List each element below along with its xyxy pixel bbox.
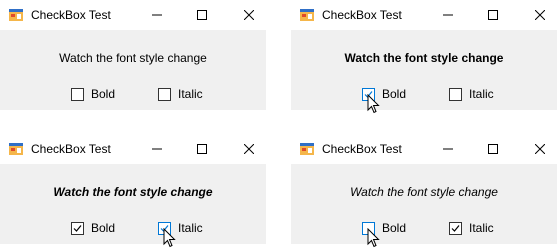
italic-checkbox-label[interactable]: Italic: [178, 221, 203, 235]
bold-checkbox-label[interactable]: Bold: [91, 87, 115, 101]
maximize-icon: [488, 144, 498, 154]
title-bar[interactable]: CheckBox Test: [291, 0, 557, 30]
app-icon: [300, 143, 314, 155]
close-icon: [244, 10, 254, 20]
minimize-icon: [443, 14, 453, 16]
minimize-icon: [152, 148, 162, 150]
close-button[interactable]: [238, 4, 260, 26]
font-style-caption: Watch the font style change: [59, 51, 207, 65]
title-bar[interactable]: CheckBox Test: [291, 134, 557, 164]
checkbox-test-window-4: CheckBox Test Watch the font style chang…: [291, 134, 557, 248]
app-icon: [9, 9, 23, 21]
bold-checkbox[interactable]: Bold: [71, 86, 115, 102]
bold-checkbox-label[interactable]: Bold: [382, 221, 406, 235]
italic-checkbox[interactable]: Italic: [449, 220, 494, 236]
minimize-icon: [152, 14, 162, 16]
maximize-icon: [488, 10, 498, 20]
minimize-button[interactable]: [437, 138, 459, 160]
italic-checkbox-label[interactable]: Italic: [469, 87, 494, 101]
arrow-cursor-icon: [367, 94, 380, 114]
close-icon: [244, 144, 254, 154]
maximize-button[interactable]: [482, 138, 504, 160]
window-title: CheckBox Test: [31, 8, 111, 22]
bold-checkbox-box[interactable]: [71, 87, 84, 101]
maximize-button[interactable]: [482, 4, 504, 26]
maximize-icon: [197, 10, 207, 20]
minimize-button[interactable]: [146, 138, 168, 160]
checkmark-icon: [73, 224, 82, 232]
italic-checkbox-label[interactable]: Italic: [178, 87, 203, 101]
italic-checkbox-box[interactable]: [449, 221, 462, 235]
checkmark-icon: [451, 224, 460, 232]
close-icon: [535, 144, 545, 154]
font-style-caption: Watch the font style change: [344, 51, 504, 65]
app-icon: [300, 9, 314, 21]
window-title: CheckBox Test: [31, 142, 111, 156]
close-icon: [535, 10, 545, 20]
italic-checkbox-box[interactable]: [158, 87, 171, 101]
minimize-button[interactable]: [437, 4, 459, 26]
bold-checkbox-label[interactable]: Bold: [91, 221, 115, 235]
font-style-caption: Watch the font style change: [350, 185, 498, 199]
checkbox-test-window-3: CheckBox Test Watch the font style chang…: [0, 134, 266, 248]
italic-checkbox-box[interactable]: [449, 87, 462, 101]
minimize-button[interactable]: [146, 4, 168, 26]
checkbox-test-window-1: CheckBox Test Watch the font style chang…: [0, 0, 266, 110]
maximize-button[interactable]: [191, 4, 213, 26]
title-bar[interactable]: CheckBox Test: [0, 0, 266, 30]
italic-checkbox[interactable]: Italic: [158, 86, 203, 102]
title-bar[interactable]: CheckBox Test: [0, 134, 266, 164]
bold-checkbox-box[interactable]: [71, 221, 84, 235]
minimize-icon: [443, 148, 453, 150]
arrow-cursor-icon: [163, 228, 176, 248]
bold-checkbox-label[interactable]: Bold: [382, 87, 406, 101]
italic-checkbox-label[interactable]: Italic: [469, 221, 494, 235]
maximize-icon: [197, 144, 207, 154]
checkbox-test-window-2: CheckBox Test Watch the font style chang…: [291, 0, 557, 114]
close-button[interactable]: [529, 138, 551, 160]
window-title: CheckBox Test: [322, 8, 402, 22]
italic-checkbox[interactable]: Italic: [449, 86, 494, 102]
close-button[interactable]: [238, 138, 260, 160]
app-icon: [9, 143, 23, 155]
font-style-caption: Watch the font style change: [53, 185, 213, 199]
bold-checkbox[interactable]: Bold: [71, 220, 115, 236]
maximize-button[interactable]: [191, 138, 213, 160]
window-title: CheckBox Test: [322, 142, 402, 156]
arrow-cursor-icon: [367, 228, 380, 248]
close-button[interactable]: [529, 4, 551, 26]
